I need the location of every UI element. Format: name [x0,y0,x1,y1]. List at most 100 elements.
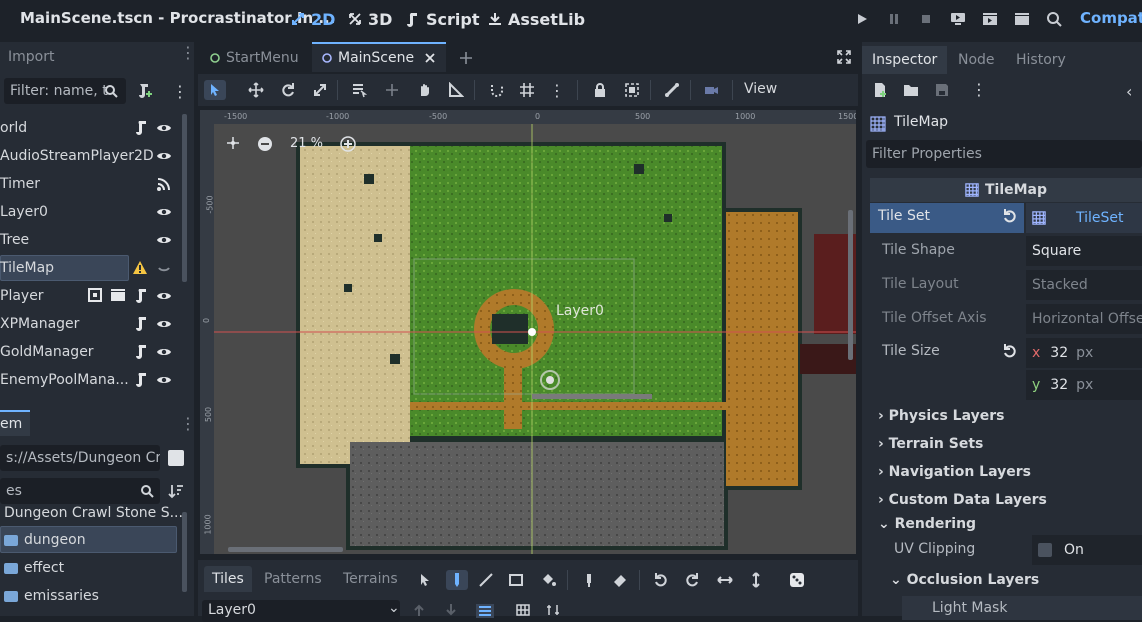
group-terrain-sets[interactable]: › Terrain Sets [878,436,983,452]
move-mode-button[interactable] [245,80,267,100]
new-resource-button[interactable] [872,82,888,98]
group-button[interactable] [621,80,643,100]
zoom-label[interactable]: 21 % [290,136,323,151]
bucket-tool-button[interactable] [537,570,559,590]
remote-debug-button[interactable] [946,8,970,30]
view-menu[interactable]: View [744,81,777,97]
file-item-emissaries[interactable]: emissaries [0,582,176,610]
play-custom-scene-button[interactable] [1010,8,1034,30]
tile-size-y-field[interactable]: y 32 px [1026,370,1142,400]
script-icon[interactable] [134,344,148,360]
import-tab[interactable]: Import [8,49,54,65]
tab-terrains[interactable]: Terrains [335,566,406,592]
visibility-icon[interactable] [156,288,172,304]
workspace-2d-button[interactable]: 2D [290,8,335,30]
workspace-assetlib-button[interactable]: AssetLib [487,8,585,30]
resource-menu-icon[interactable]: ⋮ [971,80,987,99]
add-tab-button[interactable] [458,50,474,66]
chevron-left-icon[interactable]: ‹ [1126,82,1132,101]
scene-node-tree[interactable]: Tree [0,226,176,254]
picker-tool-button[interactable] [578,570,600,590]
rect-tool-button[interactable] [505,570,527,590]
open-resource-button[interactable] [903,83,919,97]
visibility-icon[interactable] [156,148,172,164]
previous-layer-button[interactable] [412,604,426,616]
group-navigation-layers[interactable]: › Navigation Layers [878,464,1031,480]
path-toggle-button[interactable] [168,450,184,466]
filter-properties-input[interactable]: Filter Properties [866,140,1142,168]
visibility-icon[interactable] [156,120,172,136]
script-icon[interactable] [134,316,148,332]
random-tile-button[interactable] [786,570,808,590]
workspace-3d-button[interactable]: 3D [347,8,392,30]
line-tool-button[interactable] [475,570,497,590]
play-button[interactable] [850,8,874,30]
layer-select[interactable]: Layer0 ⌄ [202,600,400,622]
list-mode-button[interactable] [348,80,370,100]
unfold-icon[interactable] [156,260,172,276]
visibility-icon[interactable] [156,204,172,220]
file-item[interactable]: Dungeon Crawl Stone S... [0,500,183,528]
sort-icon[interactable] [168,483,184,499]
horizontal-scrollbar[interactable] [228,547,343,552]
tile-shape-select[interactable]: Square [1026,236,1142,266]
workspace-script-button[interactable]: Script [405,8,479,30]
tile-set-value[interactable]: TileSet [1026,203,1142,233]
group-rendering[interactable]: ⌄ Rendering [878,516,976,532]
tab-patterns[interactable]: Patterns [256,566,330,592]
select-tool-button[interactable] [414,570,436,590]
lock-button[interactable] [589,80,611,100]
camera-override-button[interactable] [700,80,722,100]
tab-inspector[interactable]: Inspector [862,46,948,74]
smart-snap-button[interactable] [486,80,508,100]
path-field[interactable]: s://Assets/Dungeon Cra [0,445,160,471]
flip-h-button[interactable] [714,570,736,590]
scene-node-xpmanager[interactable]: XPManager [0,310,176,338]
filesystem-menu-icon[interactable]: ⋮ [180,414,196,433]
save-resource-button[interactable] [935,83,949,97]
close-icon[interactable] [424,52,436,64]
tab-history[interactable]: History [1006,46,1076,74]
canvas-viewport[interactable]: -1500 -1000 -500 0 500 1000 1500 -500 0 … [200,110,856,554]
scene-node-timer[interactable]: Timer [0,170,176,198]
visibility-icon[interactable] [156,232,172,248]
instance-icon[interactable] [88,288,102,304]
group-physics-layers[interactable]: › Physics Layers [878,408,1004,424]
scale-mode-button[interactable] [309,80,331,100]
flip-v-button[interactable] [745,570,767,590]
script-icon[interactable] [134,288,148,304]
tab-mainscene[interactable]: MainScene [312,42,447,72]
scene-node-tilemap[interactable]: TileMap [0,254,176,282]
movie-maker-button[interactable] [1042,8,1066,30]
rotate-mode-button[interactable] [277,80,299,100]
inspected-object[interactable]: TileMap [894,114,948,130]
stop-button[interactable] [914,8,938,30]
skeleton-button[interactable] [661,80,683,100]
filesystem-tab[interactable]: em [0,410,30,436]
group-custom-data-layers[interactable]: › Custom Data Layers [878,492,1047,508]
tile-layout-select[interactable]: Stacked [1026,270,1142,300]
scene-node-audio[interactable]: AudioStreamPlayer2D [0,142,176,170]
dock-menu-icon[interactable]: ⋮ [180,45,196,61]
filesystem-scrollbar[interactable] [182,512,187,592]
scene-menu-icon[interactable]: ⋮ [172,82,188,101]
rotate-right-button[interactable] [681,570,703,590]
select-mode-button[interactable] [204,80,226,100]
zoom-in-button[interactable] [340,136,356,152]
group-occlusion-layers[interactable]: ⌄ Occlusion Layers [890,572,1039,588]
revert-icon[interactable] [1002,343,1018,359]
visibility-icon[interactable] [156,316,172,332]
scene-node-enemypool[interactable]: EnemyPoolMana... [0,366,176,394]
grid-toggle-button[interactable] [516,604,530,616]
tile-offset-axis-select[interactable]: Horizontal Offset [1026,304,1142,334]
warning-icon[interactable] [132,260,148,276]
tile-size-x-field[interactable]: x 32 px [1026,338,1142,368]
attach-script-button[interactable] [137,82,153,98]
distraction-free-button[interactable] [836,49,852,65]
eraser-tool-button[interactable] [609,570,631,590]
file-item-effect[interactable]: effect [0,554,176,582]
pan-mode-button[interactable] [413,80,435,100]
script-icon[interactable] [134,372,148,388]
tile-options-button[interactable] [546,604,560,616]
vertical-scrollbar[interactable] [848,210,853,360]
